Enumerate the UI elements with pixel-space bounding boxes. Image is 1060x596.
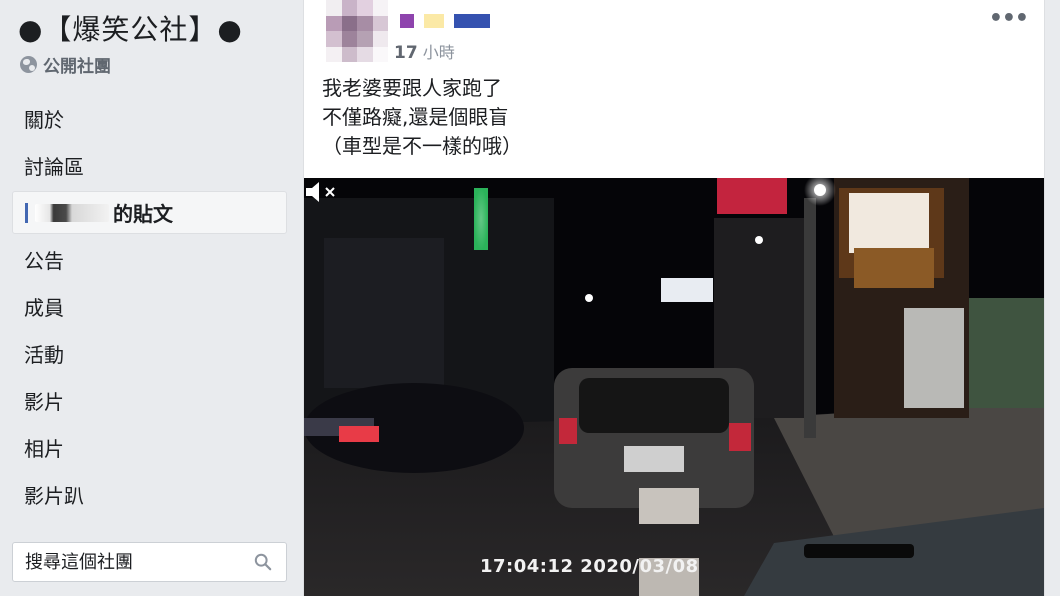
post-text-line: 我老婆要跟人家跑了 [322, 76, 502, 100]
post-time-number: 17 [394, 43, 418, 63]
nav-item-photos[interactable]: 相片 [12, 426, 287, 469]
blurred-username [35, 203, 109, 222]
group-search-box [12, 542, 287, 582]
nav-item-label: 影片 [24, 390, 64, 414]
privacy-label: 公開社團 [43, 57, 111, 77]
globe-icon [20, 56, 37, 73]
nav-item-label: 影片趴 [24, 484, 84, 508]
post-message: 我老婆要跟人家跑了 不僅路癡,還是個眼盲 （車型是不一樣的哦） [322, 74, 522, 161]
video-timestamp: 17:04:12 2020/03/08 [480, 556, 699, 577]
nav-item-user-posts[interactable]: 的貼文 [12, 191, 287, 234]
nav-item-members[interactable]: 成員 [12, 285, 287, 328]
post-timestamp[interactable]: 17 小時 [394, 39, 455, 63]
post-text-line: 不僅路癡,還是個眼盲 [322, 105, 509, 129]
post-card: 17 小時 ••• 我老婆要跟人家跑了 不僅路癡,還是個眼盲 （車型是不一樣的哦… [303, 0, 1045, 596]
post-time-unit: 小時 [422, 43, 455, 62]
nav-item-discussion[interactable]: 討論區 [12, 144, 287, 187]
group-search-input[interactable] [25, 551, 245, 573]
more-options-icon[interactable]: ••• [989, 6, 1029, 31]
nav-item-about[interactable]: 關於 [12, 97, 287, 140]
nav-item-label: 的貼文 [113, 202, 173, 226]
author-avatar[interactable] [326, 0, 388, 62]
search-icon[interactable] [254, 553, 272, 571]
blurred-author-name[interactable] [400, 14, 490, 28]
nav-item-videos[interactable]: 影片 [12, 379, 287, 422]
nav-item-label: 討論區 [24, 155, 84, 179]
dashcam-frame [304, 178, 1044, 596]
group-nav: 關於 討論區 的貼文 公告 成員 活動 影片 相片 影片趴 [12, 97, 287, 520]
nav-item-watch-party[interactable]: 影片趴 [12, 473, 287, 516]
video-player[interactable]: 17:04:12 2020/03/08 [304, 178, 1044, 596]
post-text-line: （車型是不一樣的哦） [322, 134, 522, 158]
group-sidebar: ●【爆笑公社】● 公開社團 關於 討論區 的貼文 公告 成員 活動 影片 相片 … [0, 0, 300, 596]
nav-item-label: 活動 [24, 343, 64, 367]
group-title[interactable]: ●【爆笑公社】● [18, 8, 243, 48]
nav-item-label: 關於 [24, 108, 64, 132]
nav-item-label: 公告 [24, 249, 64, 273]
nav-item-label: 相片 [24, 437, 64, 461]
speaker-muted-icon[interactable] [304, 178, 340, 206]
nav-item-events[interactable]: 活動 [12, 332, 287, 375]
group-privacy: 公開社團 [20, 52, 111, 77]
nav-item-label: 成員 [24, 296, 64, 320]
nav-item-announcements[interactable]: 公告 [12, 238, 287, 281]
